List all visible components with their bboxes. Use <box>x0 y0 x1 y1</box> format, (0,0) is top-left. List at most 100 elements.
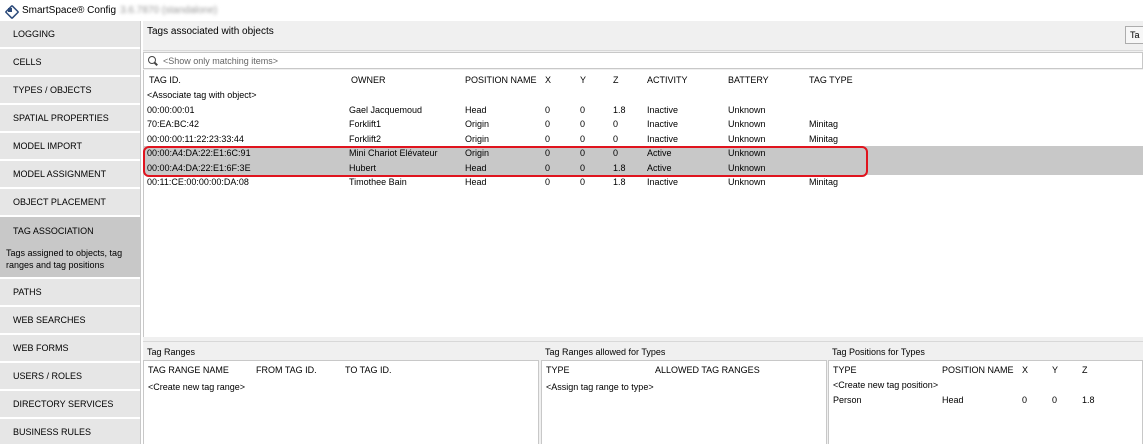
search-icon <box>148 55 158 66</box>
column-header-x[interactable]: X <box>545 75 551 85</box>
window-version: 3.6.7870 (standalone) <box>120 4 218 16</box>
sidebar-item-types-objects[interactable]: TYPES / OBJECTS <box>0 77 140 105</box>
create-tag-range-link[interactable]: <Create new tag range> <box>148 382 245 392</box>
sidebar-item-web-forms[interactable]: WEB FORMS <box>0 335 140 363</box>
main-header: Tags associated with objects Ta <box>143 21 1143 51</box>
table-row-selected[interactable]: 00:00:A4:DA:22:E1:6F:3E Hubert Head 0 0 … <box>144 160 1143 175</box>
assign-tag-range-link[interactable]: <Assign tag range to type> <box>546 382 654 392</box>
cell-activity: Inactive <box>647 133 679 144</box>
ranges-for-types-panel: Tag Ranges allowed for Types TYPE ALLOWE… <box>541 342 827 444</box>
cell-z: 0 <box>613 133 619 144</box>
cell-position: Head <box>465 162 487 173</box>
cell-owner: Mini Chariot Elévateur <box>349 148 438 158</box>
cell-y: 0 <box>580 162 586 173</box>
associate-tag-link[interactable]: <Associate tag with object> <box>147 90 257 100</box>
column-header-type[interactable]: TYPE <box>833 365 857 375</box>
table-row[interactable]: 70:EA:BC:42 Forklift1 Origin 0 0 0 Inact… <box>144 117 1143 132</box>
cell-battery: Unknown <box>728 119 766 129</box>
sidebar-item-logging[interactable]: LOGGING <box>0 21 140 49</box>
table-header: TAG ID. OWNER POSITION NAME X Y Z ACTIVI… <box>144 73 1143 88</box>
cell-owner: Gael Jacquemoud <box>349 104 423 115</box>
column-header-activity[interactable]: ACTIVITY <box>647 75 688 85</box>
cell-y: 0 <box>580 133 586 144</box>
tag-ranges-table: TAG RANGE NAME FROM TAG ID. TO TAG ID. <… <box>143 360 539 444</box>
cell-activity: Inactive <box>647 177 679 187</box>
cell-tag-id: 00:00:A4:DA:22:E1:6C:91 <box>147 148 251 158</box>
sidebar-item-business-rules[interactable]: BUSINESS RULES <box>0 419 140 444</box>
bottom-panels: Tag Ranges TAG RANGE NAME FROM TAG ID. T… <box>143 341 1143 444</box>
sidebar: LOGGING CELLS TYPES / OBJECTS SPATIAL PR… <box>0 21 141 444</box>
cell-position: Head <box>942 395 964 405</box>
search-placeholder: <Show only matching items> <box>163 55 279 66</box>
sidebar-item-spatial-properties[interactable]: SPATIAL PROPERTIES <box>0 105 140 133</box>
title-bar: SmartSpace® Config 3.6.7870 (standalone) <box>0 0 1143 20</box>
panel-title: Tag Positions for Types <box>832 347 925 357</box>
cell-position: Origin <box>465 148 490 158</box>
cell-tag-type: Minitag <box>809 177 839 187</box>
window-title: SmartSpace® Config <box>22 4 117 16</box>
cell-battery: Unknown <box>728 177 766 187</box>
column-header-tag-range-name[interactable]: TAG RANGE NAME <box>148 365 229 375</box>
sidebar-item-cells[interactable]: CELLS <box>0 49 140 77</box>
sidebar-item-description: Tags assigned to objects, tag ranges and… <box>0 245 140 279</box>
sidebar-item-object-placement[interactable]: OBJECT PLACEMENT <box>0 189 140 217</box>
column-header-type[interactable]: TYPE <box>546 365 570 375</box>
cell-position: Origin <box>465 133 490 144</box>
cell-z: 0 <box>613 148 619 158</box>
cell-tag-type: Minitag <box>809 133 839 144</box>
cell-x: 0 <box>545 148 551 158</box>
column-header-tag-type[interactable]: TAG TYPE <box>809 75 853 85</box>
sidebar-item-tag-association[interactable]: TAG ASSOCIATION <box>0 217 140 245</box>
sidebar-item-paths[interactable]: PATHS <box>0 279 140 307</box>
column-header-position-name[interactable]: POSITION NAME <box>465 75 537 85</box>
sidebar-item-model-import[interactable]: MODEL IMPORT <box>0 133 140 161</box>
page-title: Tags associated with objects <box>147 26 274 37</box>
panel-title: Tag Ranges <box>147 347 196 357</box>
sidebar-item-users-roles[interactable]: USERS / ROLES <box>0 363 140 391</box>
column-header-to-tag-id[interactable]: TO TAG ID. <box>345 365 392 375</box>
cell-battery: Unknown <box>728 162 766 173</box>
column-header-y[interactable]: Y <box>1052 365 1058 375</box>
sidebar-item-directory-services[interactable]: DIRECTORY SERVICES <box>0 391 140 419</box>
column-header-x[interactable]: X <box>1022 365 1028 375</box>
search-input[interactable]: <Show only matching items> <box>143 52 1143 69</box>
cell-owner: Timothee Bain <box>349 177 407 187</box>
sidebar-item-model-assignment[interactable]: MODEL ASSIGNMENT <box>0 161 140 189</box>
table-row[interactable]: 00:00:00:01 Gael Jacquemoud Head 0 0 1.8… <box>144 103 1143 118</box>
cell-position: Origin <box>465 119 490 129</box>
main-panel: Tags associated with objects Ta <Show on… <box>143 21 1143 444</box>
column-header-y[interactable]: Y <box>580 75 586 85</box>
tag-ranges-panel: Tag Ranges TAG RANGE NAME FROM TAG ID. T… <box>143 342 539 444</box>
top-right-button[interactable]: Ta <box>1125 26 1143 44</box>
ranges-for-types-table: TYPE ALLOWED TAG RANGES <Assign tag rang… <box>541 360 827 444</box>
table-row[interactable]: 00:00:00:11:22:23:33:44 Forklift2 Origin… <box>144 132 1143 147</box>
cell-tag-id: 70:EA:BC:42 <box>147 119 200 129</box>
column-header-allowed-tag-ranges[interactable]: ALLOWED TAG RANGES <box>655 365 760 375</box>
column-header-z[interactable]: Z <box>613 75 619 85</box>
column-header-z[interactable]: Z <box>1082 365 1088 375</box>
table-row-selected[interactable]: 00:00:A4:DA:22:E1:6C:91 Mini Chariot Elé… <box>144 146 1143 161</box>
create-tag-position-link[interactable]: <Create new tag position> <box>833 380 938 390</box>
cell-battery: Unknown <box>728 104 766 115</box>
cell-y: 0 <box>580 119 586 129</box>
column-header-position-name[interactable]: POSITION NAME <box>942 365 1014 375</box>
cell-battery: Unknown <box>728 133 766 144</box>
cell-y: 0 <box>580 148 586 158</box>
create-row[interactable]: <Associate tag with object> <box>144 88 1143 103</box>
column-header-owner[interactable]: OWNER <box>351 75 386 85</box>
cell-tag-id: 00:11:CE:00:00:00:DA:08 <box>147 177 249 187</box>
cell-activity: Active <box>647 162 672 173</box>
cell-z: 0 <box>613 119 619 129</box>
cell-z: 1.8 <box>613 162 626 173</box>
cell-x: 0 <box>545 119 551 129</box>
cell-x: 0 <box>545 162 551 173</box>
cell-owner: Forklift1 <box>349 119 382 129</box>
cell-activity: Inactive <box>647 104 679 115</box>
app-logo-icon <box>4 4 16 16</box>
column-header-battery[interactable]: BATTERY <box>728 75 769 85</box>
column-header-tag-id[interactable]: TAG ID. <box>149 75 181 85</box>
cell-activity: Inactive <box>647 119 679 129</box>
table-row[interactable]: 00:11:CE:00:00:00:DA:08 Timothee Bain He… <box>144 175 1143 190</box>
column-header-from-tag-id[interactable]: FROM TAG ID. <box>256 365 317 375</box>
sidebar-item-web-searches[interactable]: WEB SEARCHES <box>0 307 140 335</box>
